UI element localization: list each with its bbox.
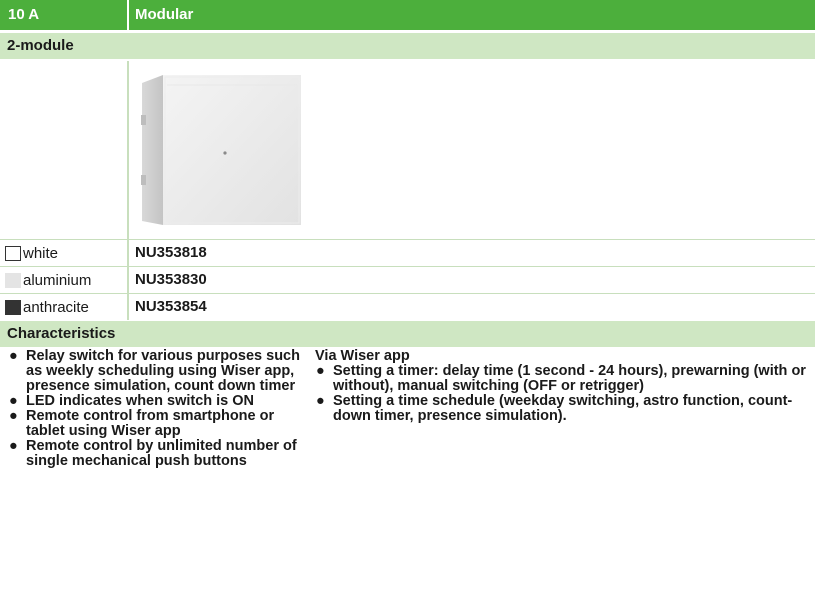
color-name: white [23,245,59,262]
feature-item: ● Setting a time schedule (weekday switch… [316,393,793,424]
feature-item: ● Remote control from smartphone or table… [9,408,275,439]
column-divider [127,294,129,320]
white-swatch [5,246,21,261]
product-image [141,75,301,225]
column-divider [127,240,129,266]
color-name: anthracite [23,299,89,316]
reference-number: NU353818 [135,244,207,261]
characteristics-band: Characteristics [0,321,815,347]
column-divider [127,61,129,239]
color-name: aluminium [23,272,92,289]
feature-item: ● Remote control by unlimited number of s… [9,438,297,469]
table-header: 10 A Modular [0,0,815,30]
variant-row: anthracite NU353854 [0,293,815,320]
module-label: 2-module [7,37,74,54]
header-divider [127,0,129,30]
rating-header: 10 A [8,6,40,23]
app-intro: Via Wiser app [315,348,410,364]
type-header: Modular [135,6,194,23]
variant-row: aluminium NU353830 [0,266,815,293]
anthracite-swatch [5,300,21,315]
feature-item: ● Relay switch for various purposes such … [9,348,300,394]
feature-item: ● LED indicates when switch is ON [9,393,255,409]
characteristics-left: ● Relay switch for various purposes such … [8,349,308,469]
reference-number: NU353830 [135,271,207,288]
variant-row: white NU353818 [0,239,815,266]
column-divider [127,267,129,293]
reference-number: NU353854 [135,298,207,315]
characteristics-right: Via Wiser app ● Setting a timer: delay ti… [315,349,810,424]
aluminium-swatch [5,273,21,288]
characteristics-title: Characteristics [7,325,116,342]
module-band: 2-module [0,33,815,59]
feature-item: ● Setting a timer: delay time (1 second -… [316,363,806,394]
